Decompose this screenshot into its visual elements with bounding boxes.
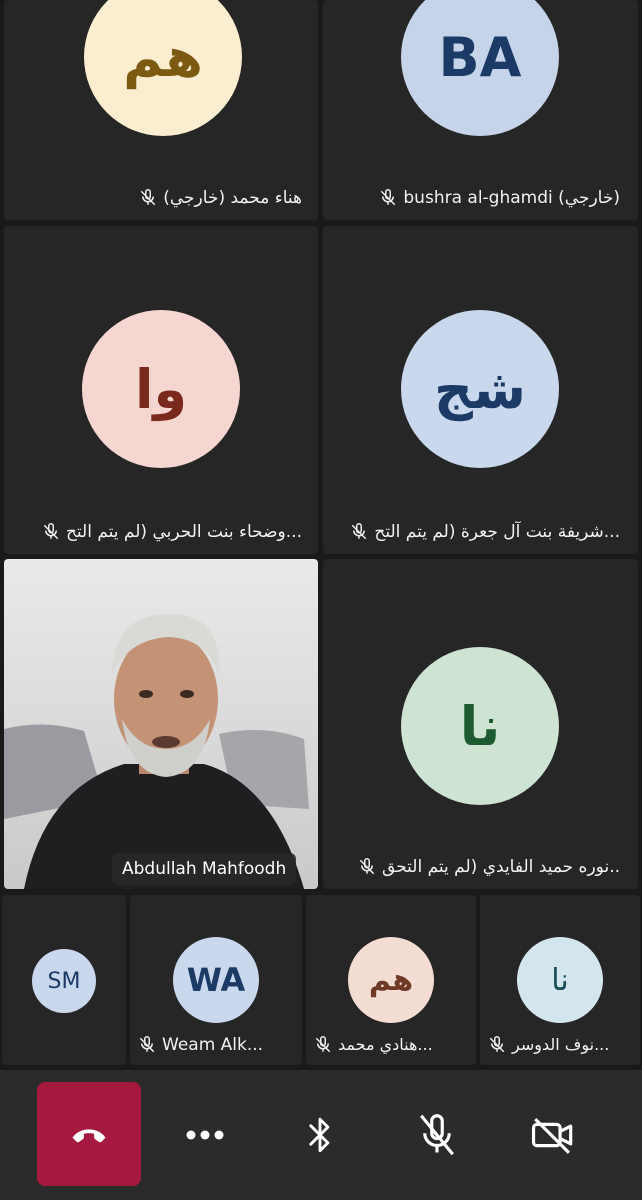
participant-name-row: هنادي محمد... xyxy=(314,1035,433,1054)
mic-off-icon xyxy=(315,1035,331,1052)
participant-name: هناء محمد (خارجي) xyxy=(163,188,302,208)
participant-tile-small[interactable]: SM xyxy=(2,895,126,1065)
participant-name-row: نوف الدوسر... xyxy=(488,1035,609,1054)
participant-tile-small[interactable]: هم هنادي محمد... xyxy=(306,895,476,1065)
mic-off-icon xyxy=(352,523,367,540)
participant-avatar: نا xyxy=(517,937,603,1023)
participant-avatar: SM xyxy=(32,949,96,1013)
call-controls-bar xyxy=(0,1070,642,1200)
audio-device-button[interactable] xyxy=(275,1100,365,1170)
participant-avatar: هم xyxy=(348,937,434,1023)
camera-off-icon xyxy=(531,1117,573,1154)
mic-off-icon xyxy=(359,858,375,875)
mic-off-icon xyxy=(139,1036,155,1053)
participant-name: نوره حميد الفايدي (لم يتم التحق.. xyxy=(382,857,620,877)
participant-name: وضحاء بنت الحربي (لم يتم التح... xyxy=(65,522,302,542)
participant-tile[interactable]: نا نوره حميد الفايدي (لم يتم التحق.. xyxy=(323,559,638,889)
participant-tile[interactable]: وا وضحاء بنت الحربي (لم يتم التح... xyxy=(4,226,318,554)
participant-avatar: وا xyxy=(82,310,240,468)
hang-up-icon xyxy=(72,1129,106,1143)
mic-off-icon xyxy=(43,523,59,540)
participant-video-feed xyxy=(4,614,309,889)
mic-off-icon xyxy=(489,1035,505,1052)
end-call-button[interactable] xyxy=(37,1082,141,1186)
mic-off-icon xyxy=(420,1114,454,1156)
participant-name-row: Weam Alk... xyxy=(138,1035,263,1055)
mute-button[interactable] xyxy=(392,1100,482,1170)
participant-tile[interactable]: شج شريفة بنت آل جعرة (لم يتم التح... xyxy=(323,226,638,554)
participant-name: هنادي محمد... xyxy=(338,1035,433,1054)
participant-name-row: نوره حميد الفايدي (لم يتم التحق.. xyxy=(358,857,620,877)
participant-tile-small[interactable]: نا نوف الدوسر... xyxy=(480,895,640,1065)
participant-tile[interactable]: BA bushra al-ghamdi (خارجي) xyxy=(323,0,638,220)
camera-button[interactable] xyxy=(508,1100,598,1170)
participant-video-tile[interactable]: Abdullah Mahfoodh xyxy=(4,559,318,889)
more-icon xyxy=(186,1130,224,1140)
participant-name-row: وضحاء بنت الحربي (لم يتم التح... xyxy=(42,522,302,542)
more-options-button[interactable] xyxy=(160,1100,250,1170)
participant-name: نوف الدوسر... xyxy=(512,1035,610,1054)
participant-name-row: هناء محمد (خارجي) xyxy=(139,188,302,208)
participant-avatar: هم xyxy=(84,0,242,136)
participant-tile[interactable]: هم هناء محمد (خارجي) xyxy=(4,0,318,220)
participant-name-label: Abdullah Mahfoodh xyxy=(112,853,297,885)
mic-off-icon xyxy=(381,189,396,206)
participant-name-row: bushra al-ghamdi (خارجي) xyxy=(379,188,620,208)
participant-avatar: WA xyxy=(173,937,259,1023)
participant-tile-small[interactable]: WA Weam Alk... xyxy=(130,895,302,1065)
mic-off-icon xyxy=(140,189,156,206)
participant-avatar: BA xyxy=(401,0,559,136)
participant-name-row: شريفة بنت آل جعرة (لم يتم التح... xyxy=(350,522,620,542)
participant-name: bushra al-ghamdi (خارجي) xyxy=(403,188,620,208)
participant-avatar: نا xyxy=(401,647,559,805)
participant-avatar: شج xyxy=(401,310,559,468)
participant-name: شريفة بنت آل جعرة (لم يتم التح... xyxy=(374,522,620,542)
participant-name: Weam Alk... xyxy=(162,1035,264,1055)
bluetooth-icon xyxy=(309,1117,330,1153)
